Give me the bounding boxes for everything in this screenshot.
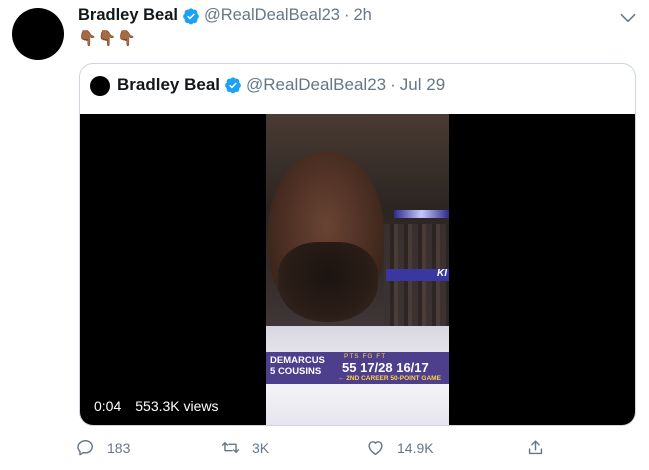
overlay-player-first: DEMARCUS [270,355,325,366]
author-avatar[interactable] [12,8,64,60]
like-icon [368,441,383,455]
arena-banner-lower: KI [386,268,449,281]
tweet-actions: 183 3K 14.9K [76,438,546,462]
retweet-count: 3K [252,439,270,456]
reply-button[interactable]: 183 [76,438,130,457]
quoted-author-handle[interactable]: @RealDealBeal23 [246,75,386,95]
video-info: 0:04 553.3K views [94,398,219,414]
verified-badge-icon [225,77,241,94]
video-frame: KI DEMARCUS 5 COUSINS PTS FG FT 55 17/28… [266,114,449,425]
quoted-tweet-card[interactable]: Bradley Beal @RealDealBeal23 · Jul 29 KI… [79,63,636,426]
chevron-down-icon[interactable] [618,8,638,28]
overlay-note: ← 2ND CAREER 50-POINT GAME [338,375,441,382]
share-button[interactable] [526,438,557,457]
retweet-icon [221,442,240,453]
quoted-tweet-header: Bradley Beal @RealDealBeal23 · Jul 29 [117,75,445,95]
like-button[interactable]: 14.9K [366,438,434,457]
overlay-stats: 55 17/28 16/17 [342,360,429,375]
reply-count: 183 [107,439,131,456]
overlay-player-number: 5 [270,366,276,377]
score-overlay: DEMARCUS 5 COUSINS PTS FG FT 55 17/28 16… [266,352,449,384]
separator-dot: · [390,75,396,94]
quoted-tweet-date[interactable]: Jul 29 [400,75,445,95]
verified-badge-icon [183,7,199,24]
overlay-player-name: DEMARCUS 5 COUSINS [270,355,325,377]
player-beard [278,242,378,322]
tweet-time[interactable]: 2h [353,6,371,25]
arena-banner [394,210,449,218]
quoted-author-name[interactable]: Bradley Beal [117,75,220,95]
reply-icon [77,440,93,456]
overlay-player-last: COUSINS [277,366,322,377]
tweet-body: 👇🏾👇🏾👇🏾 [78,30,138,47]
overlay-stat-labels: PTS FG FT [344,353,387,360]
share-icon [528,440,543,455]
banner-text: KI [437,268,447,279]
video-player[interactable]: KI DEMARCUS 5 COUSINS PTS FG FT 55 17/28… [80,114,635,425]
tweet-header: Bradley Beal @RealDealBeal23 · 2h [78,6,372,25]
video-views: 553.3K views [135,398,219,414]
author-handle[interactable]: @RealDealBeal23 [204,6,340,25]
video-time: 0:04 [94,398,122,414]
retweet-button[interactable]: 3K [221,438,269,457]
like-count: 14.9K [397,439,434,456]
separator-dot: · [343,6,350,24]
author-name[interactable]: Bradley Beal [78,6,178,25]
quoted-author-avatar[interactable] [90,76,110,96]
